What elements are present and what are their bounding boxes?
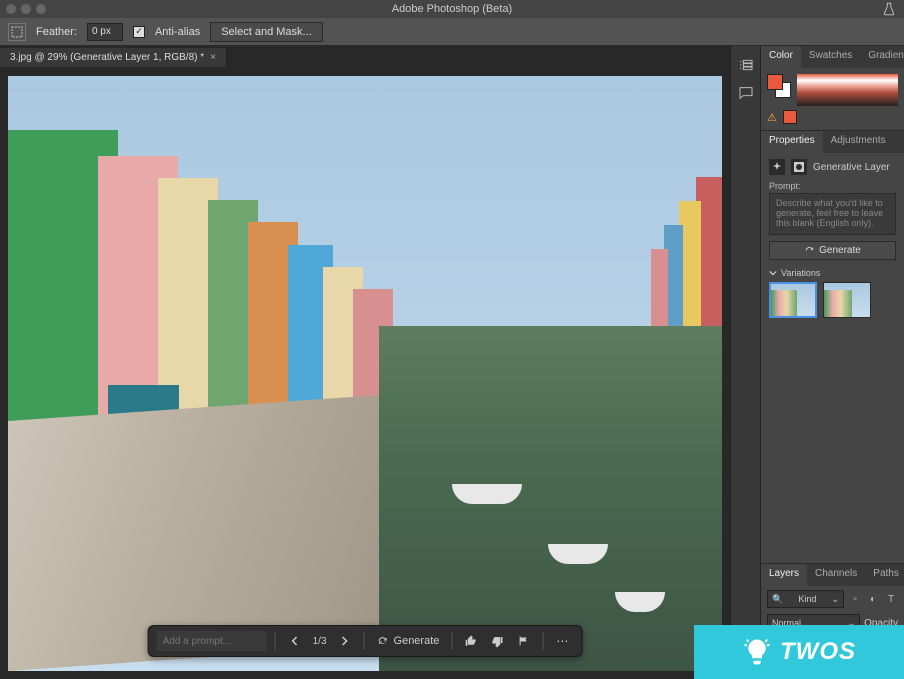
gamut-warning-icon[interactable]: ⚠ (767, 111, 777, 124)
canvas-image (8, 76, 722, 671)
tab-channels[interactable]: Channels (807, 564, 865, 586)
tab-gradients[interactable]: Gradients (860, 46, 904, 68)
properties-panel-tabs: Properties Adjustments (761, 131, 904, 153)
layers-panel-tabs: Layers Channels Paths (761, 564, 904, 586)
canvas-viewport[interactable]: 1/3 Generate (8, 76, 722, 671)
flag-icon[interactable] (512, 630, 534, 652)
prompt-label: Prompt: (769, 181, 896, 191)
filter-image-icon[interactable]: ▫ (848, 592, 862, 606)
properties-generate-button[interactable]: Generate (769, 241, 896, 260)
layer-filter-kind[interactable]: 🔍Kind⌄ (767, 590, 844, 608)
foreground-background-swatch[interactable] (767, 74, 791, 98)
prompt-input[interactable] (157, 631, 267, 651)
thumbs-down-icon[interactable] (486, 630, 508, 652)
minimize-window-icon[interactable] (21, 4, 31, 14)
tab-swatches[interactable]: Swatches (801, 46, 860, 68)
chevron-down-icon (769, 269, 777, 277)
tab-paths[interactable]: Paths (865, 564, 904, 586)
color-panel: ⚠ (761, 68, 904, 130)
beaker-icon[interactable] (882, 2, 896, 16)
prev-variation-button[interactable] (284, 630, 306, 652)
properties-title: Generative Layer (813, 162, 890, 173)
variation-count: 1/3 (310, 636, 330, 647)
more-options-icon[interactable]: ⋯ (551, 630, 573, 652)
selection-mode-icon[interactable] (8, 23, 26, 41)
thumbs-up-icon[interactable] (460, 630, 482, 652)
variation-thumb-1[interactable] (769, 282, 817, 318)
next-variation-button[interactable] (334, 630, 356, 652)
variation-thumb-2[interactable] (823, 282, 871, 318)
refresh-icon (377, 635, 389, 647)
tab-layers[interactable]: Layers (761, 564, 807, 586)
comment-panel-icon[interactable] (737, 84, 755, 102)
variations-label[interactable]: Variations (769, 268, 896, 278)
watermark-overlay: TWOS (694, 625, 904, 679)
prompt-textarea[interactable]: Describe what you'd like to generate, fe… (769, 193, 896, 235)
color-ramp[interactable] (797, 74, 898, 106)
refresh-icon (804, 245, 815, 256)
window-traffic-lights (6, 4, 46, 14)
antialias-label: Anti-alias (155, 26, 200, 38)
history-panel-icon[interactable] (737, 56, 755, 74)
generate-button[interactable]: Generate (373, 635, 444, 647)
app-title: Adobe Photoshop (Beta) (392, 3, 512, 15)
properties-panel: Generative Layer Prompt: Describe what y… (761, 153, 904, 324)
tab-properties[interactable]: Properties (761, 131, 823, 153)
generative-layer-icon (769, 159, 785, 175)
closest-color-swatch[interactable] (783, 110, 797, 124)
antialias-checkbox[interactable]: ✓ (133, 26, 145, 38)
right-panels: Color Swatches Gradients ⚠ Properties Ad… (760, 46, 904, 679)
lightbulb-icon (742, 637, 772, 667)
select-and-mask-button[interactable]: Select and Mask... (210, 22, 323, 42)
document-tabs: 3.jpg @ 29% (Generative Layer 1, RGB/8) … (0, 46, 730, 68)
zoom-window-icon[interactable] (36, 4, 46, 14)
tab-adjustments[interactable]: Adjustments (823, 131, 894, 153)
feather-input[interactable] (87, 23, 123, 41)
contextual-task-bar: 1/3 Generate (148, 625, 583, 657)
tool-options-bar: Feather: ✓ Anti-alias Select and Mask... (0, 18, 904, 46)
close-tab-icon[interactable]: × (210, 52, 216, 63)
color-panel-tabs: Color Swatches Gradients (761, 46, 904, 68)
watermark-text: TWOS (780, 638, 856, 666)
document-tab[interactable]: 3.jpg @ 29% (Generative Layer 1, RGB/8) … (0, 48, 227, 67)
panel-dock (730, 46, 760, 679)
close-window-icon[interactable] (6, 4, 16, 14)
window-titlebar: Adobe Photoshop (Beta) (0, 0, 904, 18)
feather-label: Feather: (36, 26, 77, 38)
document-tab-label: 3.jpg @ 29% (Generative Layer 1, RGB/8) … (10, 52, 204, 63)
tab-color[interactable]: Color (761, 46, 801, 68)
mask-icon (791, 159, 807, 175)
filter-type-icon[interactable]: T (884, 592, 898, 606)
filter-adjustment-icon[interactable]: ◐ (866, 592, 880, 606)
